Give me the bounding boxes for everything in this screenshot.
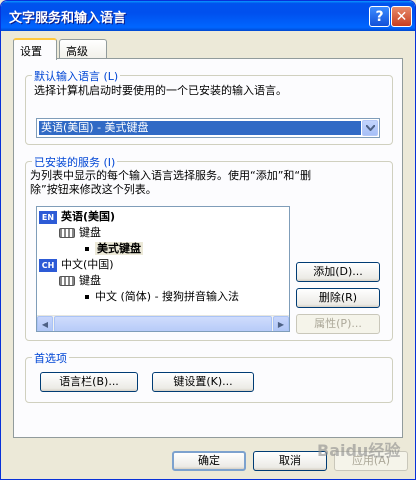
close-button[interactable]: ✕ <box>391 6 412 27</box>
services-tree[interactable]: EN 英语(美国) 键盘 美式键盘 CH 中文(中国) 键盘 中文 (简体) - 搜… <box>36 206 290 332</box>
tree-item-keyboard[interactable]: 键盘 <box>59 273 101 289</box>
tree-item-sogou-ime[interactable]: 中文 (简体) - 搜狗拼音输入法 <box>85 289 239 305</box>
help-button[interactable]: ? <box>369 6 390 27</box>
horizontal-scrollbar[interactable]: ◀ ▶ <box>37 315 289 331</box>
chevron-down-icon[interactable] <box>362 120 378 136</box>
tree-item-us-keyboard[interactable]: 美式键盘 <box>85 241 143 257</box>
scroll-right-icon[interactable]: ▶ <box>273 316 289 331</box>
default-language-select[interactable]: 英语(美国) - 美式键盘 <box>36 118 380 138</box>
language-bar-button[interactable]: 语言栏(B)... <box>40 372 138 392</box>
lang-en-icon: EN <box>39 210 57 224</box>
scroll-left-icon[interactable]: ◀ <box>37 316 53 331</box>
bullet-icon <box>85 247 89 251</box>
lang-ch-icon: CH <box>39 258 57 272</box>
tab-panel-settings: 默认输入语言 (L) 选择计算机启动时要使用的一个已安装的输入语言。 英语(美国… <box>13 58 403 438</box>
tab-advanced[interactable]: 高级 <box>59 39 107 59</box>
tree-label: 键盘 <box>79 274 101 287</box>
properties-button[interactable]: 属性(P)... <box>296 314 380 334</box>
tree-label: 中文 (简体) - 搜狗拼音输入法 <box>95 290 240 303</box>
tab-settings[interactable]: 设置 <box>13 38 57 60</box>
tree-label: 中文(中国) <box>61 258 114 271</box>
default-language-group: 默认输入语言 (L) 选择计算机启动时要使用的一个已安装的输入语言。 英语(美国… <box>25 68 393 145</box>
installed-services-group-title: 已安装的服务 (I) <box>32 154 118 170</box>
baidu-watermark: Baidu经验 <box>317 441 401 460</box>
installed-services-description-line1: 为列表中显示的每个输入语言选择服务。使用“添加”和“删 <box>30 169 312 182</box>
window-title: 文字服务和输入语言 <box>9 11 127 26</box>
bullet-icon <box>85 295 89 299</box>
title-bar[interactable]: 文字服务和输入语言 ? ✕ <box>1 1 415 31</box>
installed-services-description-line2: 除”按钮来修改这个列表。 <box>30 183 157 196</box>
remove-button[interactable]: 删除(R) <box>296 288 380 308</box>
dialog-window: 文字服务和输入语言 ? ✕ 设置 高级 默认输入语言 (L) 选择计算机启动时要… <box>0 0 416 480</box>
tree-item-english[interactable]: EN 英语(美国) <box>39 209 115 225</box>
keyboard-icon <box>59 228 75 238</box>
tree-label: 美式键盘 <box>95 242 143 255</box>
tree-label: 英语(美国) <box>61 210 116 223</box>
default-language-group-title: 默认输入语言 (L) <box>32 68 121 84</box>
tree-item-chinese[interactable]: CH 中文(中国) <box>39 257 114 273</box>
keyboard-icon <box>59 276 75 286</box>
default-language-description: 选择计算机启动时要使用的一个已安装的输入语言。 <box>34 84 287 97</box>
key-settings-button[interactable]: 键设置(K)... <box>152 372 254 392</box>
default-language-selected: 英语(美国) - 美式键盘 <box>39 121 361 135</box>
tree-item-keyboard[interactable]: 键盘 <box>59 225 101 241</box>
tree-label: 键盘 <box>79 226 101 239</box>
preferences-group-title: 首选项 <box>32 350 69 366</box>
installed-services-group: 已安装的服务 (I) 为列表中显示的每个输入语言选择服务。使用“添加”和“删 除… <box>25 154 393 341</box>
ok-button[interactable]: 确定 <box>172 451 246 471</box>
scroll-thumb[interactable] <box>54 316 272 331</box>
preferences-group: 首选项 语言栏(B)... 键设置(K)... <box>25 350 393 403</box>
cancel-button[interactable]: 取消 <box>253 451 327 471</box>
add-button[interactable]: 添加(D)... <box>296 262 380 282</box>
